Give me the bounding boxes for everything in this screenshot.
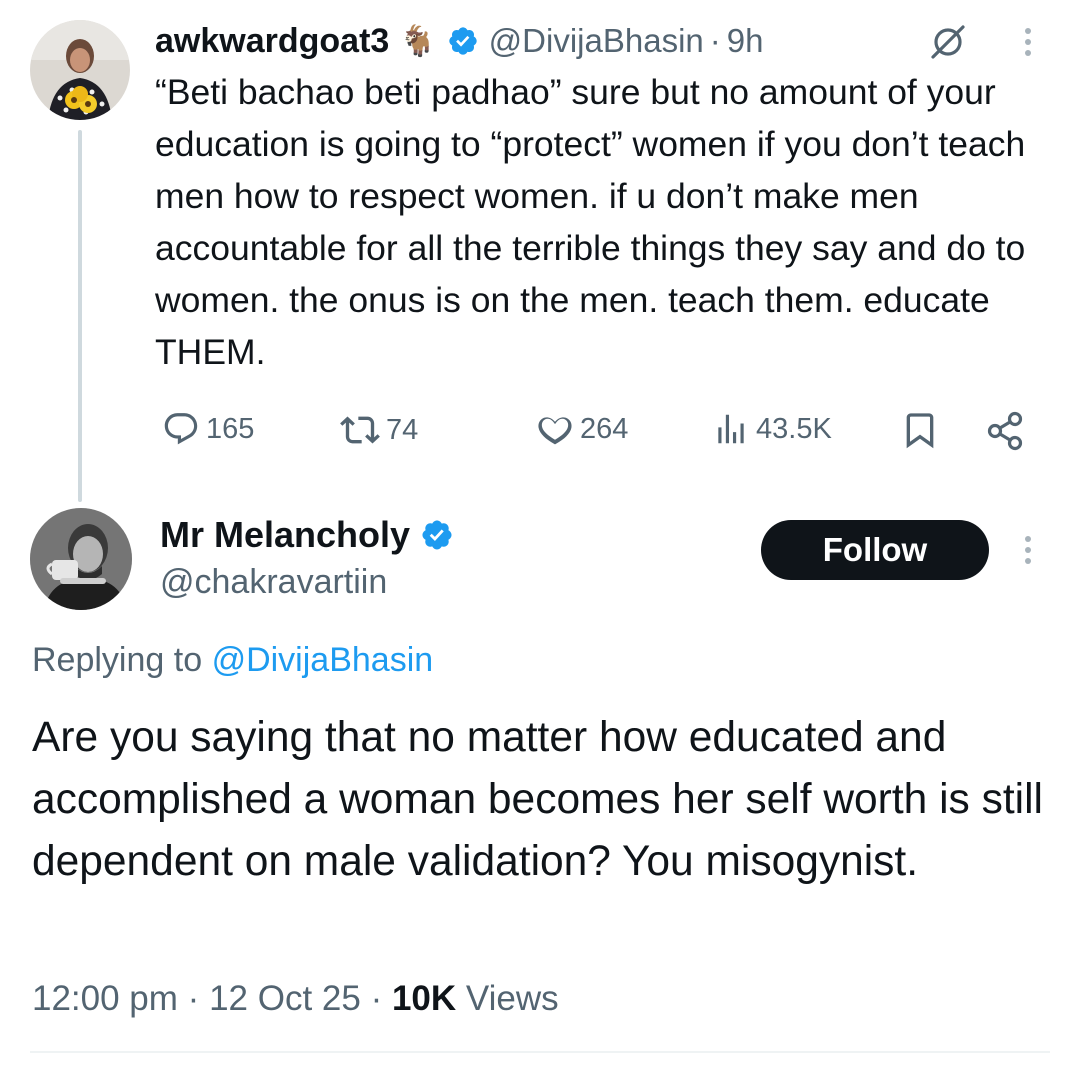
author-name[interactable]: Mr Melancholy — [160, 514, 410, 556]
replying-handle-link[interactable]: @DivijaBhasin — [212, 641, 434, 679]
reply-count: 165 — [206, 412, 255, 445]
quoted-tweet-header: awkwardgoat3 🐐 @DivijaBhasin · 9h — [155, 18, 763, 64]
thread-connector-line — [78, 130, 82, 502]
verified-badge-icon — [447, 25, 479, 57]
tweet-date[interactable]: 12 Oct 25 — [209, 979, 361, 1018]
reply-icon — [162, 410, 200, 448]
main-tweet-header: Mr Melancholy — [160, 512, 454, 558]
views-icon — [712, 410, 750, 448]
author-handle[interactable]: @chakravartiin — [160, 560, 387, 604]
tweet-time[interactable]: 12:00 pm — [32, 979, 178, 1018]
separator-dot: · — [370, 979, 383, 1018]
separator-dot: · — [709, 22, 721, 59]
more-icon[interactable] — [1025, 536, 1031, 564]
tweet-time[interactable]: 9h — [727, 22, 764, 60]
author-handle[interactable]: @DivijaBhasin — [489, 22, 704, 60]
author-name[interactable]: awkwardgoat3 — [155, 22, 389, 61]
author-emoji: 🐐 — [399, 24, 437, 58]
like-count: 264 — [580, 412, 629, 445]
divider — [30, 1051, 1050, 1053]
tweet-meta: 12:00 pm · 12 Oct 25 · 10K Views — [32, 976, 559, 1022]
replying-prefix: Replying to — [32, 641, 203, 679]
grok-icon[interactable] — [928, 22, 968, 67]
follow-button[interactable]: Follow — [761, 520, 989, 580]
retweet-icon — [340, 410, 380, 450]
retweet-button[interactable]: 74 — [340, 410, 418, 450]
bookmark-icon[interactable] — [900, 410, 940, 455]
views-count: 10K — [391, 979, 457, 1018]
views-button[interactable]: 43.5K — [712, 410, 832, 448]
views-count: 43.5K — [756, 412, 832, 445]
separator-dot: · — [187, 979, 200, 1018]
more-icon[interactable] — [1025, 28, 1031, 56]
views-label: Views — [465, 979, 559, 1018]
reply-button[interactable]: 165 — [162, 410, 254, 448]
avatar[interactable] — [30, 508, 132, 610]
like-button[interactable]: 264 — [536, 410, 628, 448]
share-icon[interactable] — [984, 410, 1026, 457]
like-icon — [536, 410, 574, 448]
quoted-tweet-text: “Beti bachao beti padhao” sure but no am… — [155, 72, 1026, 372]
retweet-count: 74 — [386, 413, 419, 446]
replying-to-line: Replying to @DivijaBhasin — [32, 638, 433, 682]
verified-badge-icon — [420, 518, 454, 552]
main-tweet-text: Are you saying that no matter how educat… — [32, 714, 1043, 885]
avatar[interactable] — [30, 20, 130, 120]
